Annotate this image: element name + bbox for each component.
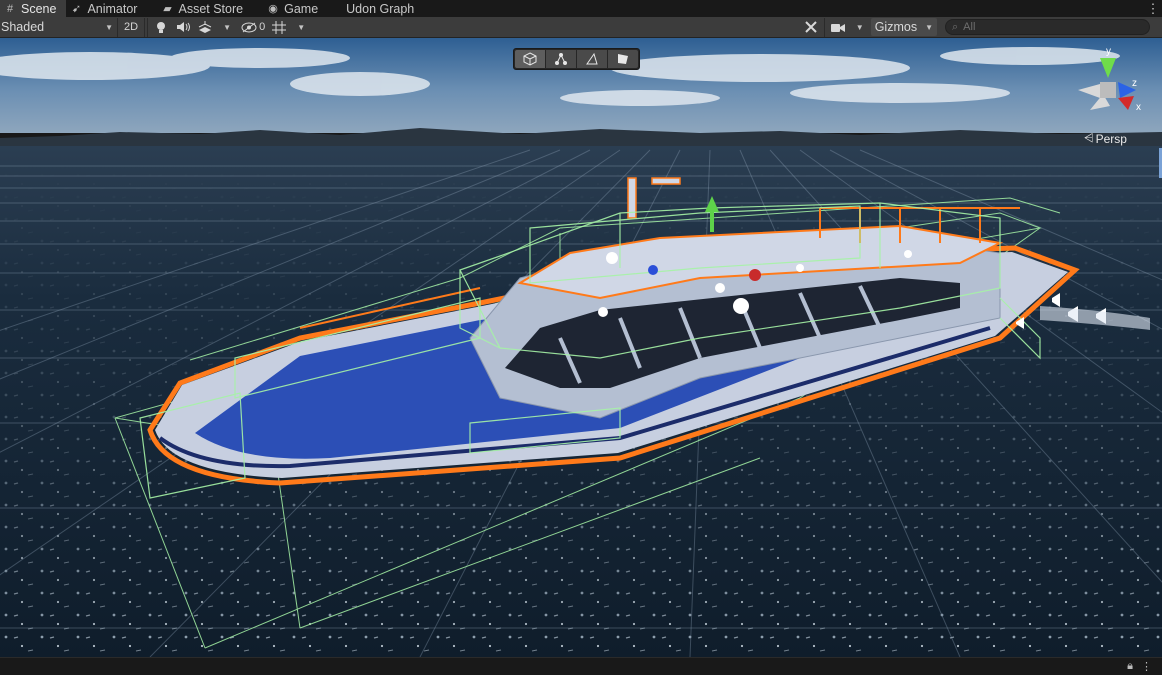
animator-icon: ➹ — [71, 3, 82, 15]
tab-label: Asset Store — [178, 1, 244, 16]
separator — [823, 17, 825, 37]
chevron-down-icon: ▼ — [105, 22, 113, 32]
move-handle-z — [648, 265, 658, 275]
camera-icon[interactable] — [827, 18, 849, 37]
scene-search-input[interactable]: ⌕ All — [945, 19, 1150, 35]
grid-snap-icon[interactable] — [268, 18, 290, 37]
mast-top — [651, 177, 681, 185]
tab-scene[interactable]: # Scene — [0, 0, 67, 17]
hidden-objects-toggle[interactable]: 0 — [238, 18, 268, 37]
tab-label: Animator — [87, 1, 138, 16]
cube-icon[interactable] — [515, 50, 545, 68]
axis-y-label: y — [1106, 46, 1111, 57]
grid-icon: # — [6, 2, 14, 15]
projection-toggle[interactable]: ⩤ Persp — [1084, 131, 1127, 146]
more-options-icon[interactable]: ⋮ — [1144, 0, 1162, 17]
camera-dropdown-icon[interactable]: ▼ — [849, 18, 871, 37]
lighting-toggle-icon[interactable] — [150, 18, 172, 37]
status-bar: 🔒︎ ⋮ — [0, 657, 1162, 675]
tab-label: Scene — [21, 1, 57, 16]
eye-slash-icon — [241, 22, 257, 32]
gamepad-icon: ◉ — [268, 3, 278, 15]
draw-mode-dropdown[interactable]: Shaded ▼ — [0, 18, 117, 37]
toggle-2d-button[interactable]: 2D — [117, 17, 146, 37]
flag-icon[interactable] — [608, 50, 638, 68]
scene-viewport[interactable]: y z x — [0, 38, 1162, 657]
store-icon: ▰ — [163, 3, 172, 15]
search-placeholder: All — [963, 21, 976, 33]
projection-label: Persp — [1095, 131, 1127, 146]
scene-overlay-toolstrip — [513, 48, 640, 70]
effects-dropdown-icon[interactable]: ▼ — [216, 18, 238, 37]
tab-label: Udon Graph — [346, 1, 415, 16]
tab-asset-store[interactable]: ▰ Asset Store — [147, 0, 253, 17]
cone-icon[interactable] — [577, 50, 607, 68]
draw-mode-value: Shaded — [1, 20, 45, 34]
move-handle-x — [749, 269, 761, 281]
gizmos-dropdown[interactable]: Gizmos ▼ — [870, 18, 937, 36]
tab-label: Game — [284, 1, 319, 16]
separator — [147, 17, 149, 37]
axis-x-label: x — [1136, 102, 1141, 113]
more-options-icon[interactable]: ⋮ — [1141, 660, 1152, 673]
tab-game[interactable]: ◉ Game — [253, 0, 328, 17]
editor-tab-bar: # Scene ➹ Animator ▰ Asset Store ◉ Game … — [0, 0, 1162, 17]
chevron-down-icon: ▼ — [925, 22, 933, 32]
scene-toolbar: Shaded ▼ 2D ▼ 0 ▼ ▼ Gizmos ▼ ⌕ All — [0, 17, 1162, 38]
audio-toggle-icon[interactable] — [172, 18, 194, 37]
node-graph-icon[interactable] — [546, 50, 576, 68]
grid-dropdown-icon[interactable]: ▼ — [290, 18, 312, 37]
tab-animator[interactable]: ➹ Animator — [66, 0, 147, 17]
scene-render: y z x — [0, 38, 1162, 657]
effects-toggle-icon[interactable] — [194, 18, 216, 37]
projection-icon: ⩤ — [1084, 131, 1094, 145]
lock-icon[interactable]: 🔒︎ — [1127, 660, 1133, 673]
hidden-count: 0 — [259, 21, 266, 33]
gizmos-label: Gizmos — [874, 20, 918, 34]
tab-udon-graph[interactable]: Udon Graph — [328, 0, 424, 17]
axis-z-label: z — [1132, 78, 1137, 89]
search-icon: ⌕ — [952, 20, 959, 33]
tools-icon[interactable] — [800, 18, 822, 37]
